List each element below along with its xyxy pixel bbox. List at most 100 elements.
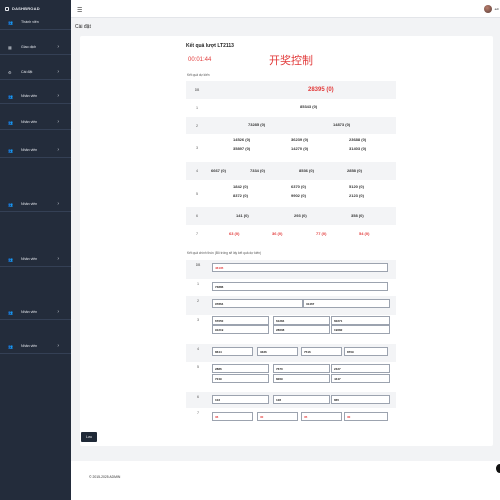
official-number-input[interactable]: 2886 [212, 364, 269, 373]
official-number-input[interactable]: 3336 [257, 347, 298, 356]
official-number-input[interactable]: 4447 [331, 374, 390, 383]
chevron-right-icon: › [57, 93, 59, 99]
prize-label: 3 [197, 318, 199, 322]
brand-name: DASHBROAD [12, 6, 40, 11]
official-number-input[interactable]: 60271 [331, 316, 390, 325]
official-number-input[interactable]: 73886 [212, 282, 388, 291]
predicted-row: 4 6667 (0) 7334 (0) 8536 (0) 2858 (0) [186, 162, 396, 180]
sidebar-divider [0, 211, 71, 212]
users-icon: 👥 [8, 93, 13, 99]
prize-label: 4 [197, 347, 199, 351]
sidebar-item[interactable]: 👥 Thành viên [0, 17, 71, 27]
official-number-input[interactable]: 91219 [212, 325, 269, 334]
official-row: 3 67650 61284 60271 91219 28608 19682 [186, 315, 396, 344]
official-number-input[interactable]: 8709 [344, 347, 388, 356]
official-number-input[interactable]: 28608 [273, 325, 330, 334]
predicted-number: 14526 (0) [233, 137, 251, 142]
sidebar-item[interactable]: 👥 Nhân viên › [0, 307, 71, 317]
users-icon: 👥 [8, 256, 13, 262]
users-icon: 👥 [8, 19, 13, 25]
sidebar-item[interactable]: 👥 Nhân viên › [0, 341, 71, 351]
predicted-row: 1 85343 (0) [186, 99, 396, 117]
official-number-input[interactable]: 8644 [212, 347, 253, 356]
official-row: 1 73886 [186, 279, 396, 296]
predicted-number: 14873 (0) [333, 122, 351, 127]
users-icon: 👥 [8, 309, 13, 315]
predicted-number: 6370 (0) [291, 184, 306, 189]
user-name[interactable]: adr [495, 7, 499, 11]
official-row: DB 46135 [186, 260, 396, 279]
footer-text: © 2015-2025 ADMIN [89, 475, 121, 479]
sidebar-item[interactable]: 👥 Nhân viên › [0, 117, 71, 127]
official-number-input[interactable]: 30 [344, 412, 388, 421]
predicted-number: 2858 (0) [347, 168, 362, 173]
official-row: 6 103 128 865 [186, 392, 396, 408]
avatar[interactable] [484, 5, 492, 13]
sidebar-item[interactable]: 👥 Nhân viên › [0, 91, 71, 101]
official-number-input[interactable]: 7249 [212, 374, 269, 383]
chevron-right-icon: › [57, 147, 59, 153]
official-number-input[interactable]: 8269 [273, 374, 330, 383]
official-number-input[interactable]: 19682 [331, 325, 390, 334]
predicted-number: 8372 (0) [233, 193, 248, 198]
official-number-input[interactable]: 35 [301, 412, 342, 421]
official-number-input[interactable]: 46135 [212, 263, 388, 272]
official-number-input[interactable]: 2427 [331, 364, 390, 373]
official-number-input[interactable]: 30 [257, 412, 298, 421]
menu-toggle-icon[interactable]: ☰ [77, 7, 82, 14]
sidebar-item-label: Nhân viên [21, 94, 38, 98]
sidebar-divider [0, 103, 71, 104]
sidebar-item-label: Nhân viên [21, 310, 38, 314]
sidebar-divider [0, 54, 71, 55]
result-title: Kết quả lượt LT2113 [186, 43, 234, 49]
sidebar-divider [0, 29, 71, 30]
official-number-input[interactable]: 128 [273, 395, 330, 404]
brand[interactable]: DASHBROAD [5, 6, 40, 11]
logo-icon [5, 6, 9, 11]
official-number-input[interactable]: 865 [331, 395, 390, 404]
chevron-right-icon: › [57, 343, 59, 349]
prize-label: 6 [197, 395, 199, 399]
official-number-input[interactable]: 67650 [212, 316, 269, 325]
sidebar-divider [0, 353, 71, 354]
official-number-input[interactable]: 103 [212, 395, 269, 404]
sidebar-item[interactable]: 👥 Nhân viên › [0, 199, 71, 209]
predicted-row: 7 63 (0) 36 (0) 77 (0) 54 (0) [186, 225, 396, 243]
sidebar-item[interactable]: ▦ Giao dịch › [0, 42, 71, 52]
predicted-number: 63 (0) [229, 231, 240, 236]
predicted-row: 3 14526 (0) 36239 (0) 23688 (0) 35897 (0) 142… [186, 134, 396, 162]
official-number-input[interactable]: 7516 [301, 347, 342, 356]
cart-icon: ▦ [8, 44, 12, 50]
chat-bubble-icon[interactable] [496, 464, 500, 473]
sidebar-item[interactable]: ⚙ Cài đặt › [0, 67, 71, 77]
predicted-number: 8536 (0) [299, 168, 314, 173]
official-number-input[interactable]: 31467 [303, 299, 390, 308]
users-icon: 👥 [8, 343, 13, 349]
predicted-row: DB 28395 (0) [186, 81, 396, 99]
prize-label: DB [194, 88, 200, 92]
predicted-row: 5 1842 (0) 6370 (0) 5120 (0) 8372 (0) 9902 (0… [186, 180, 396, 207]
predicted-number: 54 (0) [359, 231, 370, 236]
prize-label: 1 [196, 106, 198, 110]
control-watermark: 开奖控制 [269, 54, 313, 67]
official-number-input[interactable]: 36 [212, 412, 253, 421]
official-number-input[interactable]: 61284 [273, 316, 330, 325]
official-label: Kết quả chính thức (Bỏ trống sẽ lấy kết … [187, 251, 262, 255]
predicted-number: 31403 (0) [349, 146, 367, 151]
predicted-number: 73285 (0) [248, 122, 266, 127]
sidebar-item-label: Nhân viên [21, 344, 38, 348]
prize-label: 7 [196, 232, 198, 236]
official-row: 7 36 30 35 30 [186, 408, 396, 425]
sidebar-item[interactable]: 👥 Nhân viên › [0, 145, 71, 155]
predicted-number: 36 (0) [272, 231, 283, 236]
predicted-number: 1842 (0) [233, 184, 248, 189]
sidebar-item[interactable]: 👥 Nhân viên › [0, 254, 71, 264]
official-number-input[interactable]: 7670 [273, 364, 330, 373]
sidebar-item-label: Nhân viên [21, 202, 38, 206]
predicted-number: 85343 (0) [300, 104, 318, 109]
prize-label: DB [195, 263, 201, 267]
chevron-right-icon: › [57, 69, 59, 75]
official-number-input[interactable]: 97864 [212, 299, 303, 308]
save-button[interactable]: Lưu [81, 432, 97, 442]
sidebar-divider [0, 266, 71, 267]
